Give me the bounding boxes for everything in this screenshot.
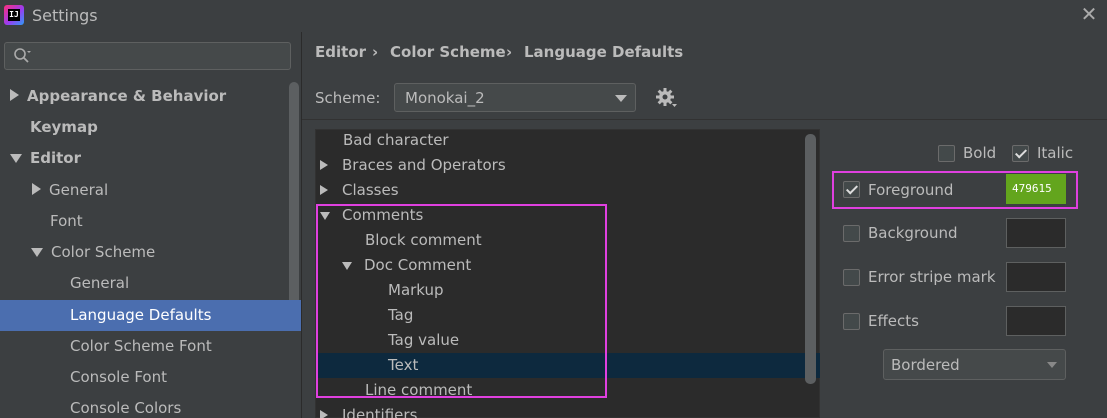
tree-item-braces-operators[interactable]: Braces and Operators	[320, 153, 506, 178]
close-button[interactable]: ✕	[1078, 3, 1100, 25]
breadcrumb-color-scheme[interactable]: Color Scheme	[390, 43, 506, 61]
foreground-checkbox[interactable]	[843, 181, 860, 198]
comments-highlight-box	[316, 204, 607, 398]
sidebar-item-label: Console Font	[70, 368, 167, 386]
sidebar-item-label: General	[49, 181, 109, 199]
effects-label: Effects	[868, 312, 919, 330]
breadcrumb-separator: ›	[372, 43, 379, 61]
tree-item-label: Braces and Operators	[342, 156, 506, 174]
sidebar-item-console-colors[interactable]: Console Colors	[70, 393, 181, 418]
bold-checkbox[interactable]	[938, 145, 955, 162]
chevron-down-icon	[615, 95, 627, 102]
scheme-label: Scheme:	[315, 89, 381, 107]
expand-arrow-icon	[32, 183, 41, 195]
sidebar-item-label: Font	[50, 212, 83, 230]
sidebar-scrollbar[interactable]	[289, 82, 299, 317]
italic-checkbox[interactable]	[1012, 145, 1029, 162]
error-stripe-checkbox[interactable]	[843, 269, 860, 286]
error-stripe-label: Error stripe mark	[868, 268, 996, 286]
sidebar-item-editor-general[interactable]: General	[32, 175, 108, 206]
breadcrumb-editor[interactable]: Editor	[315, 43, 366, 61]
sidebar-item-label: Keymap	[30, 118, 98, 136]
search-icon	[14, 48, 31, 63]
sidebar-item-color-scheme-general[interactable]: General	[70, 268, 129, 299]
sidebar-item-appearance-behavior[interactable]: Appearance & Behavior	[10, 81, 226, 112]
sidebar-item-label: Appearance & Behavior	[27, 87, 227, 105]
settings-sidebar: Appearance & Behavior Keymap Editor Gene…	[0, 32, 301, 418]
sidebar-item-label: Console Colors	[70, 399, 182, 417]
close-icon: ✕	[1080, 2, 1098, 26]
foreground-label: Foreground	[868, 181, 954, 199]
panel-divider	[301, 32, 302, 418]
italic-label: Italic	[1037, 144, 1074, 162]
expand-arrow-icon	[320, 410, 328, 418]
sidebar-item-keymap[interactable]: Keymap	[30, 112, 98, 143]
tree-item-bad-character[interactable]: Bad character	[343, 128, 449, 153]
bold-label: Bold	[963, 144, 997, 162]
sidebar-item-color-scheme[interactable]: Color Scheme	[31, 237, 155, 268]
effects-color-swatch[interactable]	[1006, 306, 1066, 336]
effects-type-dropdown[interactable]: Bordered	[883, 349, 1066, 380]
expand-arrow-icon	[320, 160, 328, 170]
sidebar-item-font[interactable]: Font	[50, 206, 83, 237]
sidebar-item-editor[interactable]: Editor	[10, 143, 81, 174]
tree-scrollbar[interactable]	[805, 134, 816, 384]
background-color-swatch[interactable]	[1006, 218, 1066, 248]
foreground-color-swatch[interactable]: 479615	[1006, 174, 1066, 204]
collapse-arrow-icon	[31, 248, 43, 257]
sidebar-item-language-defaults[interactable]: Language Defaults	[70, 300, 211, 331]
error-stripe-color-swatch[interactable]	[1006, 262, 1066, 292]
sidebar-item-label: Color Scheme Font	[70, 337, 212, 355]
tree-item-label: Identifiers	[342, 406, 418, 418]
expand-arrow-icon	[10, 89, 19, 101]
sidebar-item-label: General	[70, 274, 130, 292]
scheme-dropdown[interactable]: Monokai_2	[394, 83, 636, 112]
sidebar-item-console-font[interactable]: Console Font	[70, 362, 167, 393]
sidebar-item-color-scheme-font[interactable]: Color Scheme Font	[70, 331, 212, 362]
breadcrumb-language-defaults: Language Defaults	[524, 43, 684, 61]
header-divider	[302, 119, 1107, 120]
window-title: Settings	[32, 6, 98, 25]
collapse-arrow-icon	[10, 154, 22, 163]
tree-item-label: Bad character	[343, 131, 449, 149]
expand-arrow-icon	[320, 185, 328, 195]
gear-icon[interactable]	[655, 87, 677, 109]
background-checkbox[interactable]	[843, 225, 860, 242]
tree-item-classes[interactable]: Classes	[320, 178, 399, 203]
chevron-down-icon	[1047, 362, 1057, 368]
tree-item-label: Classes	[342, 181, 399, 199]
sidebar-item-label: Language Defaults	[70, 306, 212, 324]
background-label: Background	[868, 224, 958, 242]
title-bar	[0, 0, 1107, 32]
tree-item-identifiers[interactable]: Identifiers	[320, 403, 417, 418]
breadcrumb-separator: ›	[506, 43, 513, 61]
sidebar-item-label: Editor	[30, 149, 81, 167]
scheme-dropdown-value: Monokai_2	[405, 89, 485, 107]
effects-checkbox[interactable]	[843, 313, 860, 330]
effects-type-value: Bordered	[891, 356, 960, 374]
search-input[interactable]	[4, 42, 291, 70]
intellij-idea-icon: IJ	[4, 5, 24, 25]
sidebar-item-label: Color Scheme	[51, 243, 156, 261]
